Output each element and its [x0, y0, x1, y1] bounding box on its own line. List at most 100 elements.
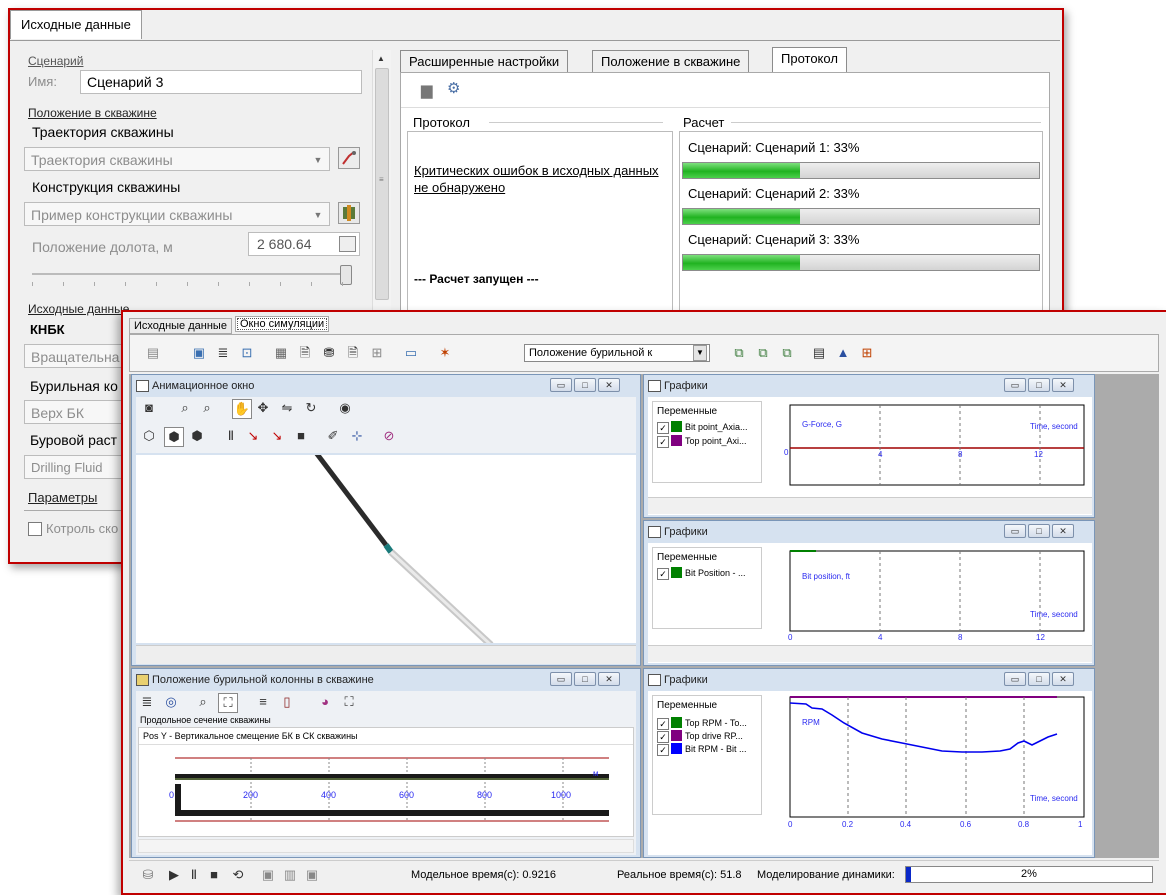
- layers-icon[interactable]: ≡: [254, 693, 272, 711]
- trajectory-icon[interactable]: [338, 147, 360, 169]
- column-icon[interactable]: ▯: [278, 693, 296, 711]
- maximize-button[interactable]: □: [1028, 672, 1050, 686]
- 3d-viewport[interactable]: [136, 455, 636, 643]
- stop-icon[interactable]: ■: [205, 866, 223, 884]
- pause-icon[interactable]: Ⅱ: [185, 866, 203, 884]
- frame-grid-icon[interactable]: ▥: [281, 866, 299, 884]
- filter-icon[interactable]: ⊘: [380, 427, 398, 445]
- frame-full-icon[interactable]: ▣: [303, 866, 321, 884]
- scroll-up-icon[interactable]: ▲: [377, 54, 385, 63]
- report-icon[interactable]: ▭: [402, 344, 420, 362]
- trajectory-select[interactable]: Траектория скважины ▼: [24, 147, 330, 171]
- variable-color: [671, 567, 682, 578]
- variable-checkbox[interactable]: ✓: [657, 436, 669, 448]
- camera-icon[interactable]: ◙: [140, 399, 158, 417]
- histogram-icon[interactable]: ▲: [834, 344, 852, 362]
- variable-checkbox[interactable]: ✓: [657, 422, 669, 434]
- variable-name: Top drive RP...: [685, 731, 743, 741]
- pipe-icon[interactable]: Ⅱ: [222, 427, 240, 445]
- variable-checkbox[interactable]: ✓: [657, 744, 669, 756]
- variable-checkbox[interactable]: ✓: [657, 718, 669, 730]
- construction-icon[interactable]: [338, 202, 360, 224]
- load-icon[interactable]: ⊞: [368, 344, 386, 362]
- scrollbar[interactable]: ▲ ≡: [372, 50, 391, 310]
- grid-icon[interactable]: ▦: [272, 344, 290, 362]
- close-button[interactable]: ✕: [598, 378, 620, 392]
- protocol-doc-icon[interactable]: ▆: [421, 81, 433, 99]
- protocol-log: Критических ошибок в исходных данных не …: [407, 131, 673, 321]
- minimize-button[interactable]: ▭: [1004, 672, 1026, 686]
- open-icon[interactable]: ⛃: [320, 344, 338, 362]
- x-tick: 1: [1078, 820, 1083, 829]
- list-icon[interactable]: ≣: [214, 344, 232, 362]
- simulation-window: Исходные данные Окно симуляции ▤ ▣ ≣ ⊡ ▦…: [121, 310, 1166, 895]
- maximize-button[interactable]: □: [1028, 378, 1050, 392]
- control-checkbox[interactable]: [28, 522, 42, 536]
- tab-advanced-settings[interactable]: Расширенные настройки: [400, 50, 569, 72]
- expand-icon[interactable]: ⛶: [340, 693, 358, 711]
- zoom-fit-icon[interactable]: ⌕: [198, 399, 216, 417]
- trajectory-line-icon[interactable]: ↘: [268, 427, 286, 445]
- axes-icon[interactable]: ⊹: [348, 427, 366, 445]
- table-icon[interactable]: ▤: [810, 344, 828, 362]
- minimize-button[interactable]: ▭: [550, 378, 572, 392]
- calculator-icon[interactable]: [339, 236, 356, 252]
- rotate-axis-icon[interactable]: ↻: [302, 399, 320, 417]
- scenario-name-input[interactable]: Сценарий 3: [80, 70, 362, 94]
- cube-solid-icon[interactable]: ⬢: [164, 427, 184, 447]
- box-icon[interactable]: ■: [292, 427, 310, 445]
- cube-wire-icon[interactable]: ⬡: [140, 427, 158, 445]
- eye-icon[interactable]: ◉: [336, 399, 354, 417]
- tab-well-position[interactable]: Положение в скважине: [592, 50, 750, 72]
- rotate-icon[interactable]: ✥: [254, 399, 272, 417]
- play-icon[interactable]: ▶: [165, 866, 183, 884]
- close-button[interactable]: ✕: [598, 672, 620, 686]
- fit-icon[interactable]: ⛶: [218, 693, 238, 713]
- scrollbar-thumb[interactable]: ≡: [375, 68, 389, 300]
- target-icon[interactable]: ◎: [162, 693, 180, 711]
- bit-position-slider[interactable]: [32, 273, 350, 275]
- tile-icon[interactable]: ⧉: [778, 344, 796, 362]
- tab-simulation[interactable]: Окно симуляции: [235, 316, 330, 332]
- tab-input-data[interactable]: Исходные данные: [129, 318, 232, 334]
- magic-wand-icon[interactable]: ✶: [436, 344, 454, 362]
- palette-icon[interactable]: ◕: [316, 693, 334, 711]
- close-button[interactable]: ✕: [1052, 672, 1074, 686]
- close-all-icon[interactable]: ⧉: [754, 344, 772, 362]
- minimize-button[interactable]: ▭: [550, 672, 572, 686]
- close-button[interactable]: ✕: [1052, 378, 1074, 392]
- view-select[interactable]: Положение бурильной к ▼: [524, 344, 710, 362]
- cascade-icon[interactable]: ⧉: [730, 344, 748, 362]
- save-icon[interactable]: 🗎: [296, 344, 314, 362]
- zoom-icon[interactable]: ⌕: [176, 399, 194, 417]
- minimize-button[interactable]: ▭: [1004, 524, 1026, 538]
- close-button[interactable]: ✕: [1052, 524, 1074, 538]
- record-icon[interactable]: ⛁: [139, 866, 157, 884]
- maximize-button[interactable]: □: [574, 672, 596, 686]
- layout-icon[interactable]: ⊞: [858, 344, 876, 362]
- chevron-down-icon[interactable]: ▼: [693, 345, 707, 361]
- tool-icon[interactable]: ✐: [324, 427, 342, 445]
- minimize-button[interactable]: ▭: [1004, 378, 1026, 392]
- cube-shaded-icon[interactable]: ⬢: [188, 427, 206, 445]
- bit-position-input[interactable]: 2 680.64: [248, 232, 360, 256]
- trajectory-red-icon[interactable]: ↘: [244, 427, 262, 445]
- variable-checkbox[interactable]: ✓: [657, 568, 669, 580]
- variable-checkbox[interactable]: ✓: [657, 731, 669, 743]
- zoom-icon[interactable]: ⌕: [194, 693, 212, 711]
- frame-icon[interactable]: ▣: [259, 866, 277, 884]
- gears-icon[interactable]: ⚙: [447, 79, 460, 97]
- construction-select[interactable]: Пример конструкции скважины ▼: [24, 202, 330, 226]
- maximize-button[interactable]: □: [574, 378, 596, 392]
- tab-input-data[interactable]: Исходные данные: [10, 10, 142, 39]
- pan-hand-icon[interactable]: ✋: [232, 399, 252, 419]
- chart-window-icon[interactable]: ⊡: [238, 344, 256, 362]
- save-as-icon[interactable]: 🗎: [344, 344, 362, 362]
- move-icon[interactable]: ⇋: [278, 399, 296, 417]
- variables-list: Переменные ✓ Bit point_Axia... ✓ Top point…: [652, 401, 762, 483]
- add-window-icon[interactable]: ▣: [190, 344, 208, 362]
- list-icon[interactable]: ≣: [138, 693, 156, 711]
- maximize-button[interactable]: □: [1028, 524, 1050, 538]
- reset-icon[interactable]: ⟲: [229, 866, 247, 884]
- export-icon[interactable]: ▤: [144, 344, 162, 362]
